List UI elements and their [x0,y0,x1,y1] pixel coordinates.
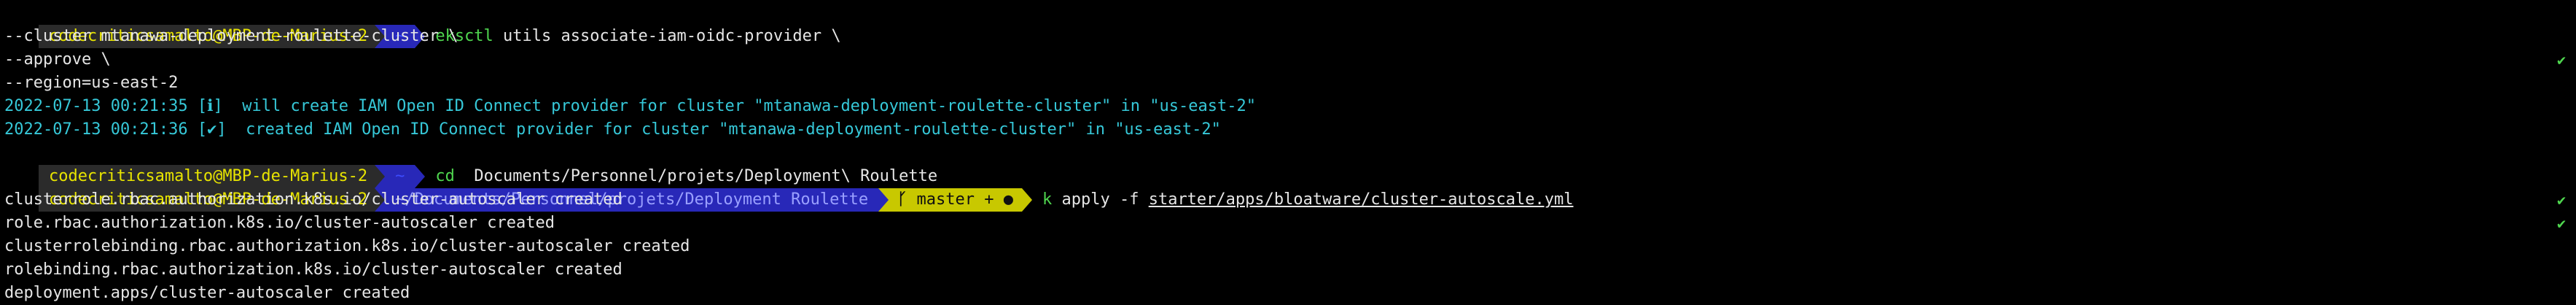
output-line: deployment.apps/cluster-autoscaler creat… [4,284,410,302]
prompt-line-3: codecriticsamalto@MBP-de-Marius-2 ~/Docum… [0,165,2576,232]
terminal-window[interactable]: codecriticsamalto@MBP-de-Marius-2 ~ eksctl… [0,0,2576,305]
prompt-line-1: codecriticsamalto@MBP-de-Marius-2 ~ eksctl… [0,1,2576,69]
log-line: 2022-07-13 00:21:35 [ℹ] will create IAM … [4,97,1256,115]
output-line: clusterrolebinding.rbac.authorization.k8… [4,237,690,255]
command-continuation: --region=us-east-2 [4,74,179,92]
output-line: role.rbac.authorization.k8s.io/cluster-a… [4,214,555,232]
log-line: 2022-07-13 00:21:36 [✔] created IAM Open… [4,120,1221,139]
output-line: rolebinding.rbac.authorization.k8s.io/cl… [4,260,622,279]
prompt-line-2: codecriticsamalto@MBP-de-Marius-2 ~ cd Doc… [0,142,2576,209]
output-line: clusterrole.rbac.authorization.k8s.io/cl… [4,190,622,209]
command-continuation: --approve \ [4,50,111,69]
command-continuation: --cluster mtanawa-deployment-roulette-cl… [4,27,458,45]
